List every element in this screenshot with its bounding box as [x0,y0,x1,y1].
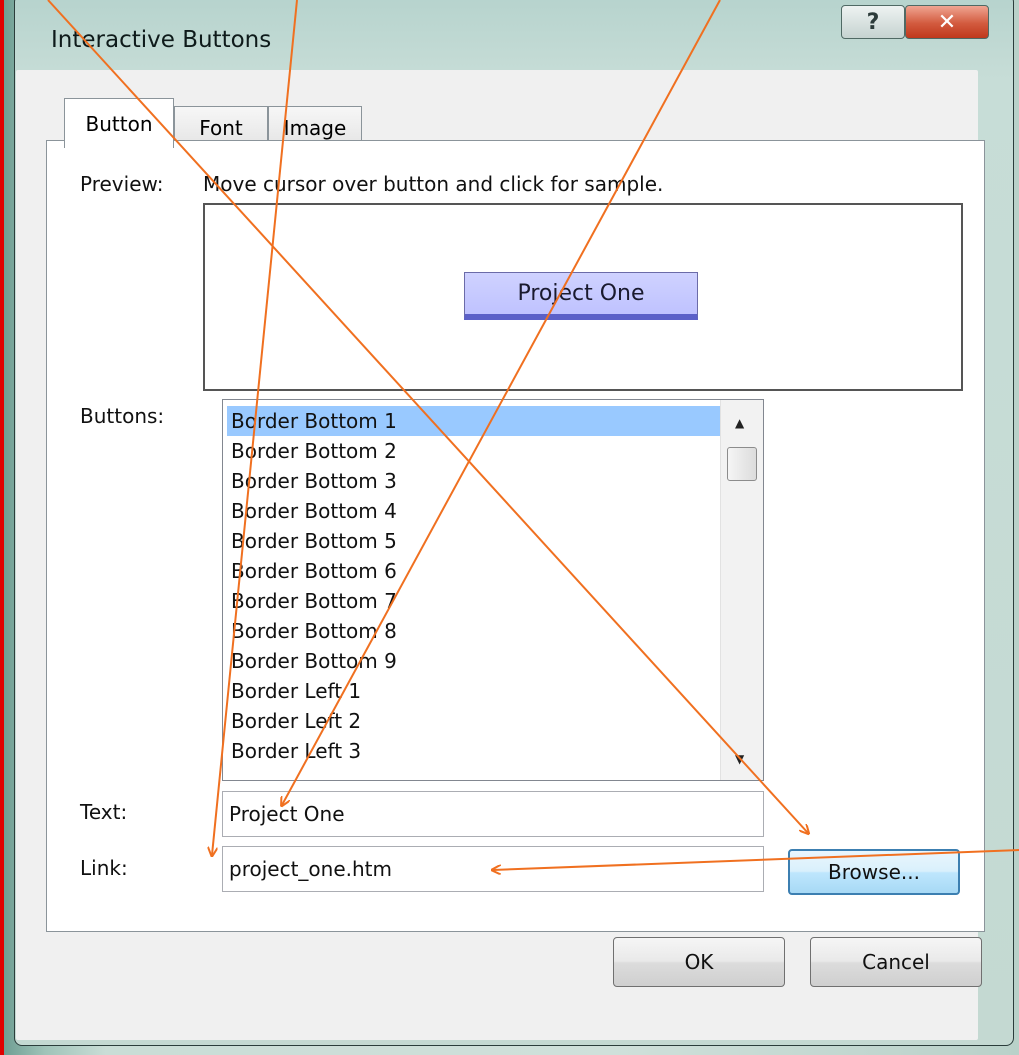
list-item[interactable]: Border Bottom 3 [227,466,721,496]
list-item[interactable]: Border Left 3 [227,736,721,766]
preview-hint: Move cursor over button and click for sa… [203,172,664,196]
list-item[interactable]: Border Left 2 [227,706,721,736]
scroll-down-icon[interactable]: ▼ [735,752,744,766]
buttons-label: Buttons: [80,404,165,428]
link-input[interactable]: project_one.htm [222,846,764,892]
list-item[interactable]: Border Bottom 8 [227,616,721,646]
dialog-title: Interactive Buttons [51,27,272,53]
list-item[interactable]: Border Bottom 2 [227,436,721,466]
scroll-up-icon[interactable]: ▲ [735,416,744,430]
tab-button[interactable]: Button [64,98,174,148]
scroll-thumb[interactable] [727,447,757,481]
cancel-button[interactable]: Cancel [810,937,982,987]
close-button[interactable]: ✕ [905,5,989,39]
close-icon: ✕ [937,9,957,35]
preview-label: Preview: [80,172,164,196]
tab-font-label: Font [199,115,243,140]
buttons-listbox[interactable]: Border Bottom 1 Border Bottom 2 Border B… [222,399,764,781]
sample-button-text: Project One [517,281,645,306]
list-item[interactable]: Border Bottom 1 [227,406,721,436]
tab-button-label: Button [85,111,153,136]
list-scrollbar[interactable]: ▲ ▼ [720,400,763,780]
list-item[interactable]: Border Bottom 9 [227,646,721,676]
browse-button[interactable]: Browse... [788,849,960,895]
list-item[interactable]: Border Left 1 [227,676,721,706]
list-item[interactable]: Border Bottom 7 [227,586,721,616]
ok-button[interactable]: OK [613,937,785,987]
tab-image-label: Image [283,115,347,140]
list-item[interactable]: Border Bottom 4 [227,496,721,526]
list-item[interactable]: Border Bottom 5 [227,526,721,556]
help-icon: ? [866,9,880,35]
text-input[interactable]: Project One [222,791,764,837]
text-label: Text: [80,800,128,824]
sample-button[interactable]: Project One [464,272,698,320]
help-button[interactable]: ? [841,5,905,39]
list-item[interactable]: Border Bottom 6 [227,556,721,586]
link-label: Link: [80,856,128,880]
